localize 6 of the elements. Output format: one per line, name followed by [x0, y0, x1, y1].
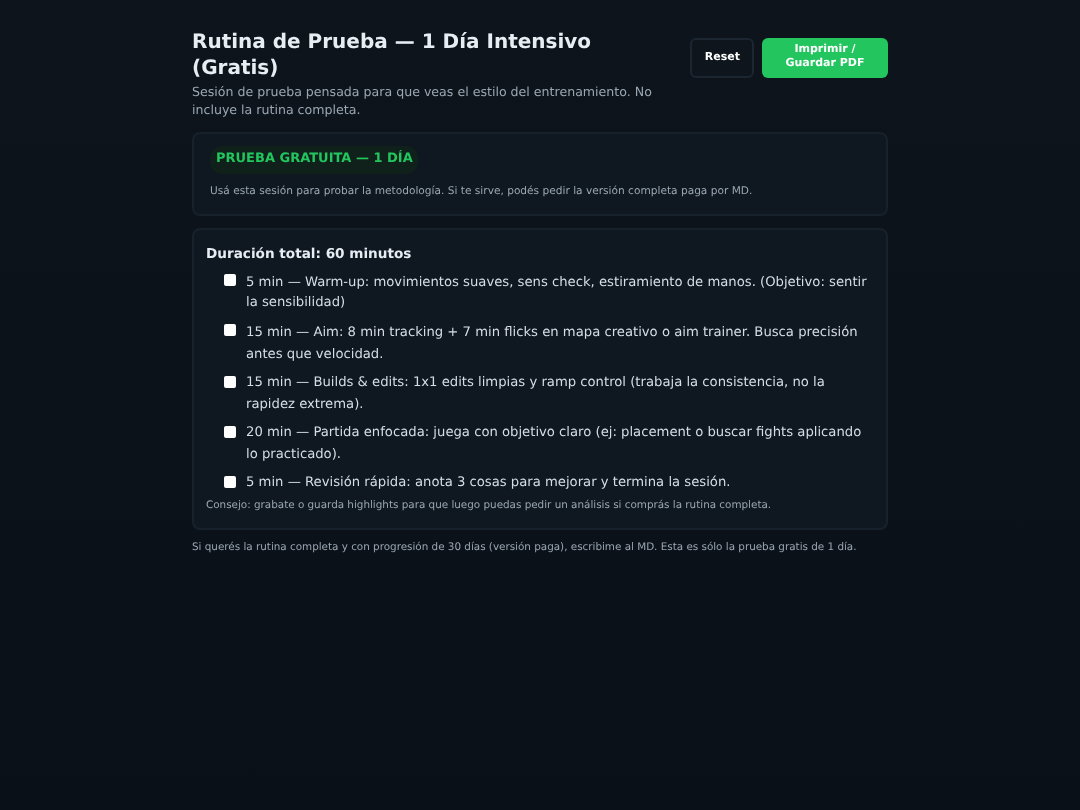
task-checkbox[interactable]: [224, 475, 236, 488]
page-title: Rutina de Prueba — 1 Día Intensivo (Gratis): [192, 32, 594, 82]
task-checkbox[interactable]: [224, 324, 236, 337]
task-checkbox[interactable]: [224, 274, 236, 287]
task-checkbox[interactable]: [224, 425, 236, 438]
task-checkbox[interactable]: [224, 375, 236, 388]
